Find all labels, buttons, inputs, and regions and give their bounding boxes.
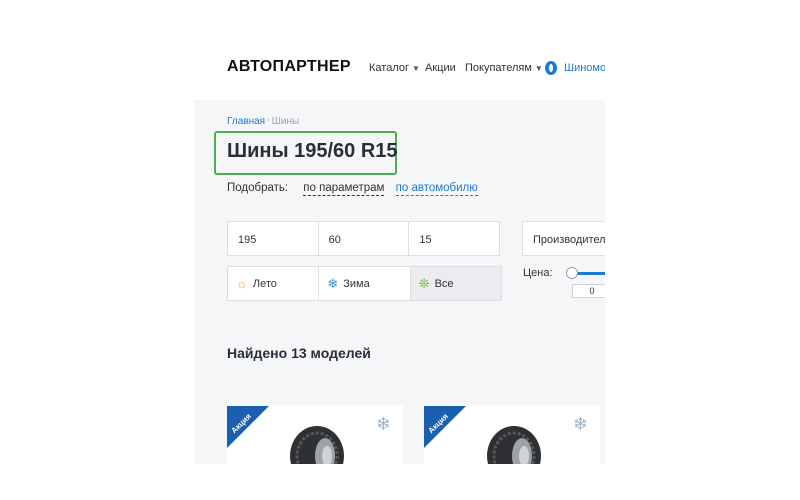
nav-customers-label: Покупателям <box>465 62 532 74</box>
snowflake-icon: ❄ <box>375 414 391 434</box>
manufacturer-select[interactable]: Производитель <box>522 221 605 256</box>
results-count: Найдено 13 моделей <box>227 345 371 361</box>
product-card[interactable]: Акция ❄ <box>227 406 403 464</box>
site-header: АВТОПАРТНЕР Каталог ▼ Акции Покупателям ▼ … <box>194 0 605 100</box>
pick-by-params-link[interactable]: по параметрам <box>303 182 385 196</box>
tire-icon <box>545 61 557 75</box>
nav-promotions[interactable]: Акции <box>425 62 456 74</box>
price-label: Цена: <box>523 267 553 279</box>
breadcrumb-separator: › <box>267 115 270 124</box>
snowflake-icon: ❄ <box>327 276 339 291</box>
product-card[interactable]: Акция ❄ <box>424 406 600 464</box>
tire-image <box>290 426 344 464</box>
season-summer-label: Лето <box>252 277 277 290</box>
season-summer-button[interactable]: ☼ Лето <box>228 267 320 300</box>
profile-select[interactable]: 60 <box>319 222 410 255</box>
price-slider-min-handle[interactable] <box>566 267 578 279</box>
price-min-input[interactable]: 0 <box>572 284 605 298</box>
page-viewport: АВТОПАРТНЕР Каталог ▼ Акции Покупателям ▼ … <box>194 0 605 464</box>
pick-label: Подобрать: <box>227 182 289 194</box>
main-content: Главная › Шины Шины 195/60 R15 Подобрать: … <box>194 100 605 464</box>
season-selector: ☼ Лето ❄ Зима ❊ Все <box>227 266 502 301</box>
breadcrumb-current: Шины <box>271 116 300 127</box>
chevron-down-icon: ▼ <box>412 64 420 73</box>
all-season-icon: ❊ <box>418 276 430 291</box>
nav-promotions-label: Акции <box>425 62 456 74</box>
diameter-select[interactable]: 15 <box>409 222 499 255</box>
tire-image <box>487 426 541 464</box>
sun-icon: ☼ <box>236 276 248 291</box>
site-logo[interactable]: АВТОПАРТНЕР <box>227 58 351 76</box>
chevron-down-icon: ▼ <box>534 64 543 73</box>
nav-tire-service[interactable]: Шиномо <box>564 62 605 74</box>
pick-by-car-link[interactable]: по автомобилю <box>395 182 478 196</box>
nav-customers[interactable]: Покупателям ▼ <box>465 62 543 74</box>
breadcrumb-home[interactable]: Главная <box>227 116 265 127</box>
season-all-button[interactable]: ❊ Все <box>410 267 501 300</box>
pick-mode-row: Подобрать: по параметрам по автомобилю <box>227 182 478 196</box>
season-winter-label: Зима <box>343 277 370 290</box>
season-winter-button[interactable]: ❄ Зима <box>319 267 411 300</box>
snowflake-icon: ❄ <box>572 414 588 434</box>
nav-catalog[interactable]: Каталог ▼ <box>369 62 420 74</box>
width-select[interactable]: 195 <box>228 222 319 255</box>
breadcrumb: Главная › Шины <box>227 115 299 127</box>
tire-size-selector: 195 60 15 <box>227 221 500 256</box>
season-all-label: Все <box>434 277 454 290</box>
page-title: Шины 195/60 R15 <box>227 140 398 162</box>
nav-catalog-label: Каталог <box>369 62 409 74</box>
